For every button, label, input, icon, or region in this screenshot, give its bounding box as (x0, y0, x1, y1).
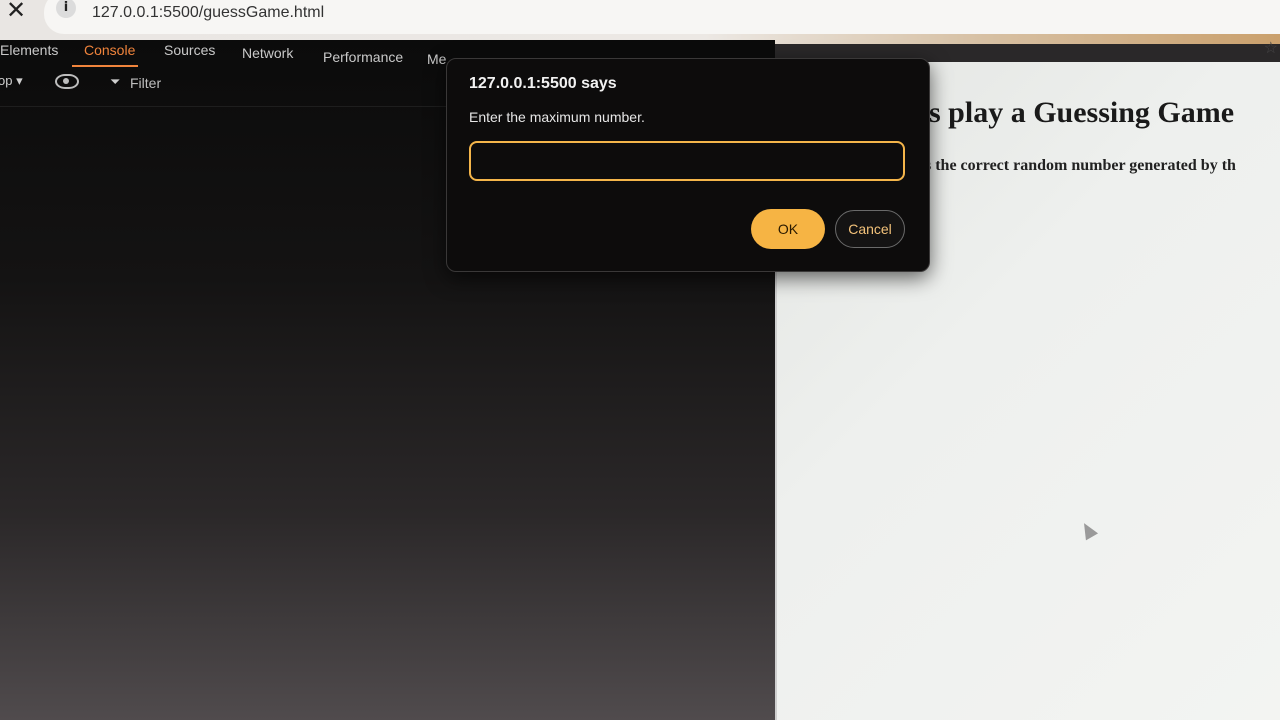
context-selector[interactable]: op ▾ (0, 73, 23, 89)
tab-memory[interactable]: Me (427, 51, 446, 67)
url-text[interactable]: 127.0.0.1:5500/guessGame.html (92, 4, 324, 22)
eye-icon[interactable] (55, 74, 79, 89)
tab-console[interactable]: Console (84, 42, 135, 58)
mouse-cursor-icon (1077, 519, 1099, 541)
dialog-title: 127.0.0.1:5500 says (469, 75, 617, 92)
tab-sources[interactable]: Sources (164, 42, 215, 58)
bookmark-star-icon[interactable]: ☆ (1264, 38, 1278, 58)
page-instructions: s the correct random number generated by… (925, 157, 1236, 174)
filter-icon[interactable]: ⏷ (110, 74, 120, 90)
cancel-button[interactable]: Cancel (835, 210, 905, 248)
browser-toolbar: ✕ i 127.0.0.1:5500/guessGame.html (0, 0, 1280, 44)
filter-input[interactable]: Filter (130, 75, 161, 91)
tab-performance[interactable]: Performance (323, 49, 403, 65)
tab-elements[interactable]: Elements (0, 42, 58, 58)
active-tab-indicator (72, 65, 138, 67)
ok-button[interactable]: OK (751, 209, 825, 249)
dialog-message: Enter the maximum number. (469, 109, 645, 125)
close-tab-icon[interactable]: ✕ (6, 0, 26, 24)
page-title: s play a Guessing Game (929, 96, 1235, 129)
prompt-input[interactable] (469, 141, 905, 181)
tab-network[interactable]: Network (242, 45, 293, 61)
prompt-dialog: 127.0.0.1:5500 says Enter the maximum nu… (446, 58, 930, 272)
